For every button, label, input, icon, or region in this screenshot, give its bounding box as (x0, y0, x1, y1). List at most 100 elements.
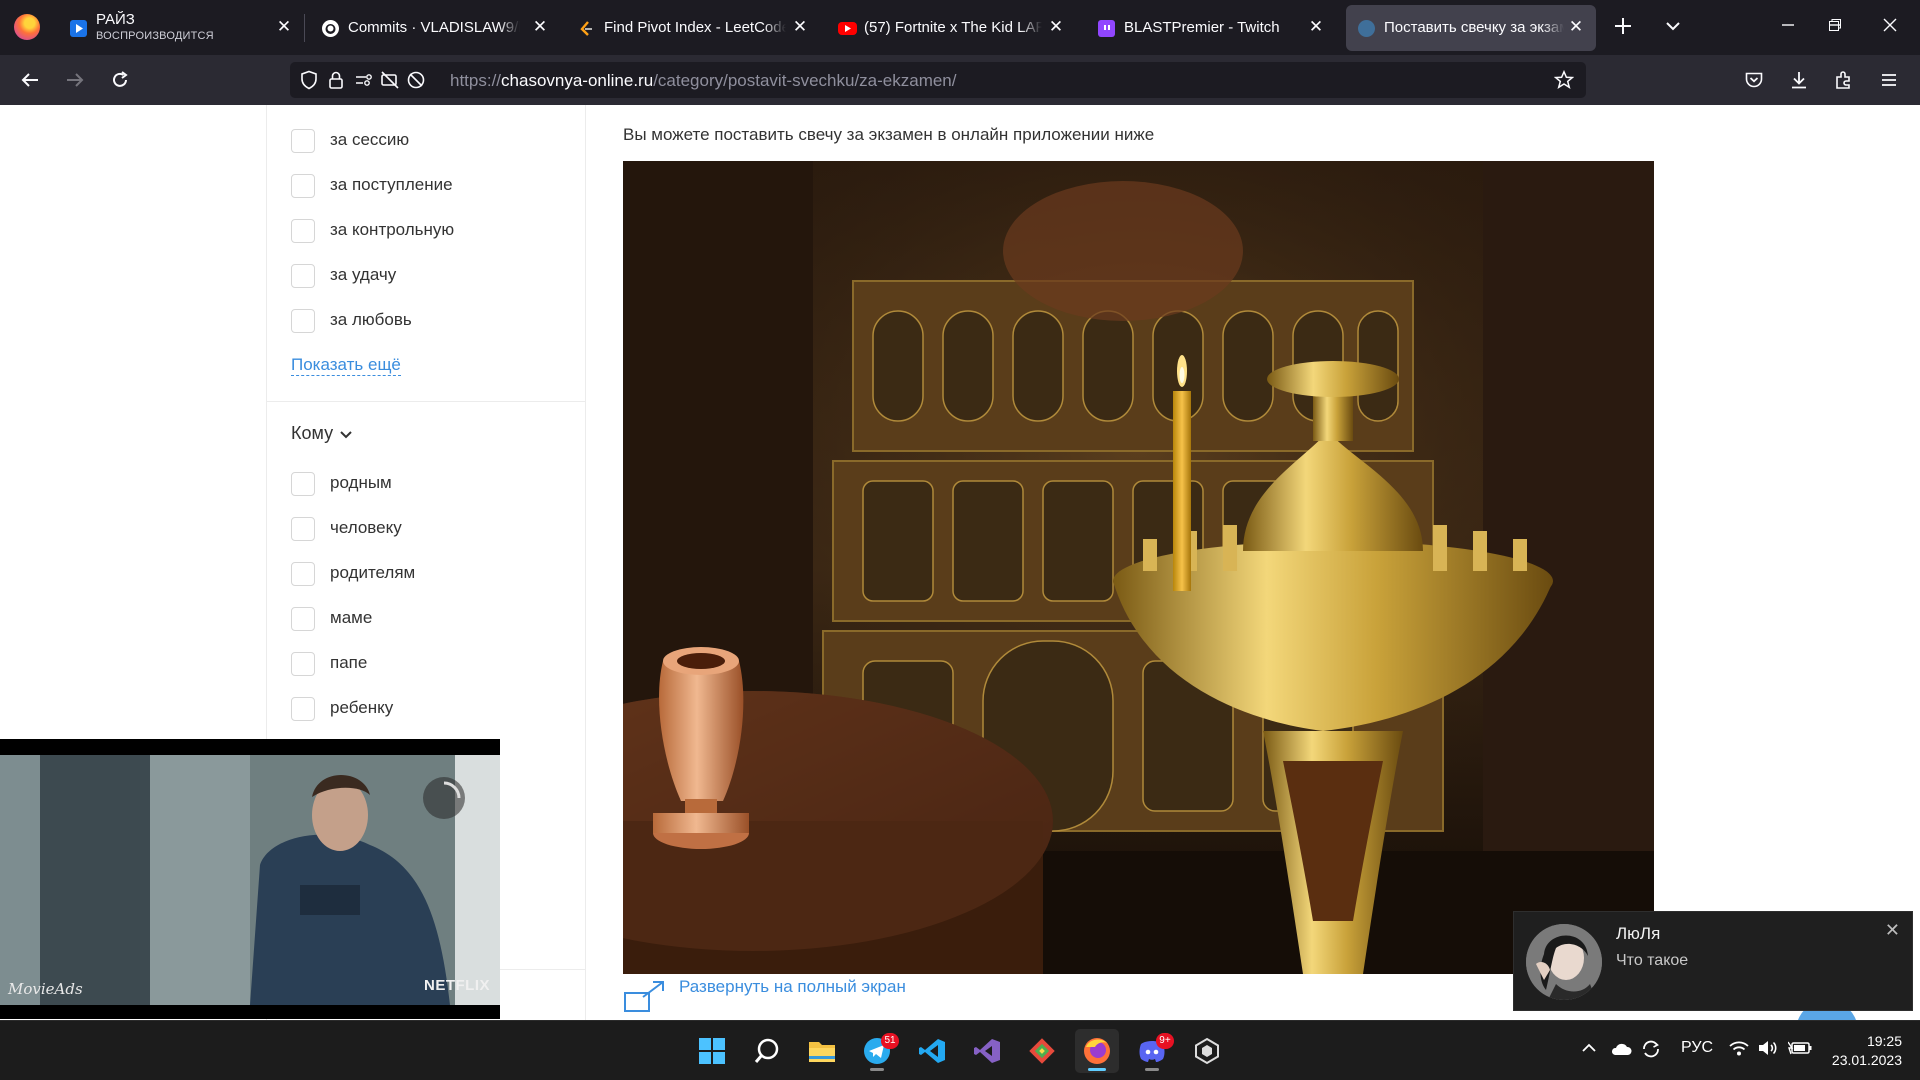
restore-window-button[interactable] (1813, 4, 1857, 50)
firefox-button[interactable] (1075, 1029, 1119, 1073)
floating-video-player[interactable]: MovieAds NETFLIX (0, 739, 500, 1019)
minimize-window-button[interactable] (1766, 4, 1810, 50)
url-scheme: https:// (450, 71, 502, 90)
search-button[interactable] (745, 1029, 789, 1073)
show-hidden-icons-chevron-icon[interactable] (1580, 1039, 1598, 1062)
telegram-button[interactable]: 51 (855, 1029, 899, 1073)
divider (267, 401, 585, 402)
close-tab-icon[interactable]: ✕ (790, 17, 810, 37)
discord-unread-badge: 9+ (1156, 1033, 1174, 1049)
url-path: /category/postavit-svechku/za-ekzamen/ (653, 71, 957, 90)
close-window-button[interactable] (1868, 4, 1912, 50)
checkbox[interactable] (291, 264, 315, 288)
tab-github[interactable]: Commits · VLADISLAW9/kinopoisk ✕ (310, 5, 560, 51)
filter-option-label: человеку (330, 518, 402, 537)
extensions-button[interactable] (1827, 63, 1861, 97)
list-all-tabs-button[interactable] (1657, 12, 1689, 44)
tab-active-candle[interactable]: Поставить свечку за экзамен ✕ (1346, 5, 1596, 51)
pocket-button[interactable] (1737, 63, 1771, 97)
intro-text: Вы можете поставить свечу за экзамен в о… (623, 125, 1155, 144)
wifi-icon[interactable] (1728, 1039, 1750, 1062)
tab-title: Find Pivot Index - LeetCode (604, 19, 786, 36)
tab-strip: РАЙЗ ВОСПРОИЗВОДИТСЯ ✕ Commits · VLADISL… (0, 0, 1920, 55)
url-text[interactable]: https://chasovnya-online.ru/category/pos… (450, 71, 957, 91)
running-indicator (1145, 1068, 1159, 1071)
checkbox[interactable] (291, 472, 315, 496)
sync-icon[interactable] (1640, 1039, 1662, 1064)
checkbox[interactable] (291, 129, 315, 153)
youtube-icon (838, 22, 857, 35)
input-language-indicator[interactable]: РУС (1681, 1039, 1713, 1057)
github-icon (322, 20, 339, 37)
telegram-unread-badge: 51 (881, 1033, 899, 1049)
file-explorer-button[interactable] (800, 1029, 844, 1073)
tab-youtube[interactable]: (57) Fortnite x The Kid LAROI ✕ (826, 5, 1076, 51)
unity-hub-button[interactable] (1185, 1029, 1229, 1073)
tab-separator (304, 14, 305, 42)
site-lock-icon[interactable] (326, 70, 346, 90)
close-tab-icon[interactable]: ✕ (1046, 17, 1066, 37)
close-tab-icon[interactable]: ✕ (1566, 17, 1586, 37)
notification-sender: ЛюЛя (1616, 924, 1661, 943)
url-bar[interactable]: https://chasovnya-online.ru/category/pos… (290, 62, 1586, 98)
tab-title: РАЙЗ ВОСПРОИЗВОДИТСЯ (96, 11, 291, 45)
permissions-icon[interactable] (354, 70, 374, 90)
downloads-button[interactable] (1782, 63, 1816, 97)
expand-icon (624, 981, 664, 1012)
checkbox[interactable] (291, 697, 315, 721)
filter-option-label: родителям (330, 563, 416, 582)
show-more-link[interactable]: Показать ещё (291, 355, 401, 376)
camera-blocked-icon[interactable] (406, 70, 426, 90)
checkbox[interactable] (291, 309, 315, 333)
bookmark-star-icon[interactable] (1553, 69, 1575, 90)
system-clock[interactable]: 19:25 23.01.2023 (1828, 1032, 1902, 1070)
autoplay-blocked-icon[interactable] (380, 70, 400, 90)
checkbox[interactable] (291, 517, 315, 541)
candle-app-canvas[interactable] (623, 161, 1654, 974)
checkbox[interactable] (291, 219, 315, 243)
discord-button[interactable]: 9+ (1130, 1029, 1174, 1073)
checkbox[interactable] (291, 562, 315, 586)
url-host: chasovnya-online.ru (501, 71, 654, 90)
start-icon (699, 1038, 725, 1064)
back-button[interactable] (13, 63, 47, 97)
filter-option-label: маме (330, 608, 373, 627)
close-tab-icon[interactable]: ✕ (274, 17, 294, 37)
checkbox[interactable] (291, 652, 315, 676)
chevron-down-icon (339, 424, 353, 445)
media-play-icon (70, 20, 87, 37)
message-notification[interactable]: ЛюЛя Что такое ✕ (1513, 911, 1913, 1011)
recipient-filter-heading[interactable]: Кому (291, 423, 353, 445)
battery-charging-icon[interactable] (1787, 1039, 1812, 1062)
checkbox[interactable] (291, 607, 315, 631)
close-icon[interactable]: ✕ (1885, 920, 1900, 941)
git-client-button[interactable] (1020, 1029, 1064, 1073)
reload-button[interactable] (103, 63, 137, 97)
checkbox[interactable] (291, 174, 315, 198)
filter-option-label: родным (330, 473, 392, 492)
tracking-protection-shield-icon[interactable] (299, 70, 319, 90)
app-menu-button[interactable] (1872, 63, 1906, 97)
new-tab-button[interactable] (1607, 12, 1639, 44)
vscode-button[interactable] (910, 1029, 954, 1073)
close-tab-icon[interactable]: ✕ (530, 17, 550, 37)
filter-option-label: за удачу (330, 265, 397, 284)
leetcode-icon (578, 20, 595, 37)
clock-date: 23.01.2023 (1831, 1052, 1902, 1068)
volume-icon[interactable] (1757, 1039, 1779, 1062)
onedrive-icon[interactable] (1610, 1039, 1632, 1062)
firefox-menu-icon[interactable] (14, 14, 40, 40)
tab-title: BLASTPremier - Twitch (1124, 19, 1280, 36)
forward-button[interactable] (58, 63, 92, 97)
start-button[interactable] (690, 1029, 734, 1073)
filter-option-label: за любовь (330, 310, 412, 329)
close-tab-icon[interactable]: ✕ (1306, 17, 1326, 37)
tab-leetcode[interactable]: Find Pivot Index - LeetCode ✕ (566, 5, 820, 51)
file-explorer-icon (809, 1042, 835, 1062)
avatar (1526, 924, 1602, 1000)
visual-studio-button[interactable] (965, 1029, 1009, 1073)
tab-media[interactable]: РАЙЗ ВОСПРОИЗВОДИТСЯ ✕ (58, 5, 304, 51)
tab-twitch[interactable]: BLASTPremier - Twitch ✕ (1086, 5, 1336, 51)
clock-time: 19:25 (1866, 1033, 1902, 1049)
running-indicator (1088, 1068, 1106, 1071)
